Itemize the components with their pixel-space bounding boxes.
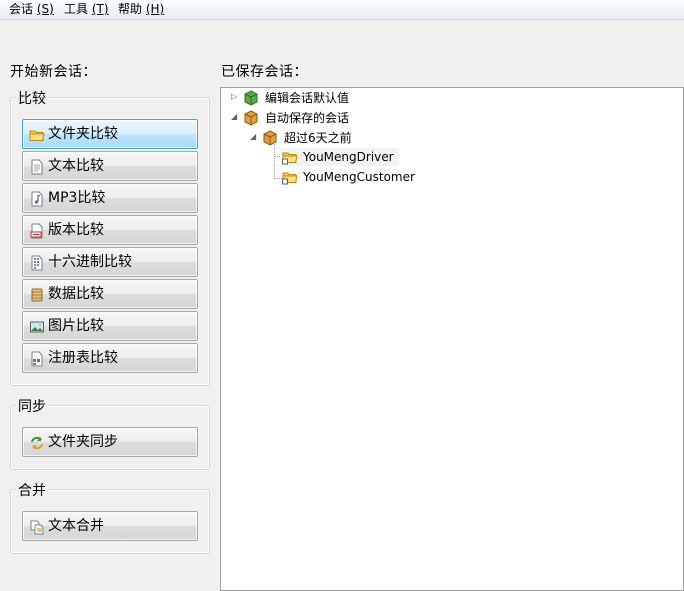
text-merge-label: 文本合并 (48, 518, 104, 534)
picture-compare-label: 图片比较 (48, 318, 104, 334)
folder-sync-label: 文件夹同步 (48, 434, 118, 450)
sync-group-label: 同步 (16, 396, 48, 416)
text-file-icon (31, 159, 43, 175)
version-icon (30, 223, 43, 239)
folder-compare-label: 文件夹比较 (48, 126, 118, 142)
tree-item-label: 超过6天之前 (284, 131, 352, 145)
tree-item-label: 自动保存的会话 (265, 111, 350, 125)
merge-group-label: 合并 (16, 480, 48, 500)
tree-item-session[interactable]: YouMengCustomer (281, 168, 421, 186)
menu-help-label: 帮助 (118, 2, 143, 16)
compare-group-label: 比较 (16, 88, 48, 108)
registry-compare-button[interactable]: 注册表比较 (22, 343, 198, 373)
menu-tools[interactable]: 工具 (T) (64, 1, 109, 17)
hex-compare-label: 十六进制比较 (48, 254, 132, 270)
picture-icon (30, 321, 44, 333)
tree-item-label: YouMengDriver (303, 150, 394, 164)
menu-help[interactable]: 帮助 (H) (118, 1, 164, 17)
music-file-icon (31, 191, 43, 207)
session-folder-icon (282, 152, 298, 165)
text-merge-button[interactable]: 文本合并 (22, 511, 198, 541)
registry-icon (31, 351, 43, 367)
menu-session-key: (S) (36, 2, 54, 16)
mp3-compare-label: MP3比较 (48, 190, 106, 206)
version-compare-label: 版本比较 (48, 222, 104, 238)
tree-item-older-than-6-days[interactable]: ◢ 超过6天之前 (248, 129, 368, 147)
menu-session-label: 会话 (9, 2, 34, 16)
menu-help-key: (H) (145, 2, 165, 16)
tree-item-label: YouMengCustomer (303, 170, 415, 184)
registry-compare-label: 注册表比较 (48, 350, 118, 366)
merge-icon (30, 520, 44, 535)
picture-compare-button[interactable]: 图片比较 (22, 311, 198, 341)
folder-sync-button[interactable]: 文件夹同步 (22, 427, 198, 457)
data-compare-button[interactable]: 数据比较 (22, 279, 198, 309)
orange-cube-icon (263, 130, 277, 146)
collapse-arrow-icon[interactable]: ◢ (250, 133, 258, 141)
version-compare-button[interactable]: 版本比较 (22, 215, 198, 245)
tree-item-label: 编辑会话默认值 (265, 91, 350, 105)
menu-bar: 会话 (S) 工具 (T) 帮助 (H) (0, 0, 684, 20)
tree-item-session[interactable]: YouMengDriver (281, 148, 399, 166)
text-compare-label: 文本比较 (48, 158, 104, 174)
folder-icon (29, 130, 45, 141)
saved-sessions-tree[interactable]: ▷ 编辑会话默认值 ◢ 自动保存的会话 ◢ 超过6天之前 YouMengDriv… (220, 87, 684, 591)
orange-cube-icon (244, 110, 258, 126)
session-folder-icon (282, 172, 298, 185)
folder-compare-button[interactable]: 文件夹比较 (22, 119, 198, 149)
tree-item-edit-defaults[interactable]: ▷ 编辑会话默认值 (229, 89, 359, 107)
hex-icon (31, 255, 43, 271)
collapse-arrow-icon[interactable]: ◢ (231, 113, 239, 121)
data-compare-label: 数据比较 (48, 286, 104, 302)
sync-icon (31, 436, 43, 450)
database-icon (31, 288, 43, 302)
menu-tools-key: (T) (91, 2, 109, 16)
menu-session[interactable]: 会话 (S) (9, 1, 54, 17)
hex-compare-button[interactable]: 十六进制比较 (22, 247, 198, 277)
saved-sessions-title: 已保存会话： (221, 64, 308, 80)
tree-item-autosaved[interactable]: ◢ 自动保存的会话 (229, 109, 359, 127)
menu-tools-label: 工具 (64, 2, 89, 16)
new-session-title: 开始新会话： (10, 64, 97, 80)
expand-arrow-icon[interactable]: ▷ (231, 93, 239, 101)
mp3-compare-button[interactable]: MP3比较 (22, 183, 198, 213)
text-compare-button[interactable]: 文本比较 (22, 151, 198, 181)
green-cube-icon (244, 90, 258, 106)
